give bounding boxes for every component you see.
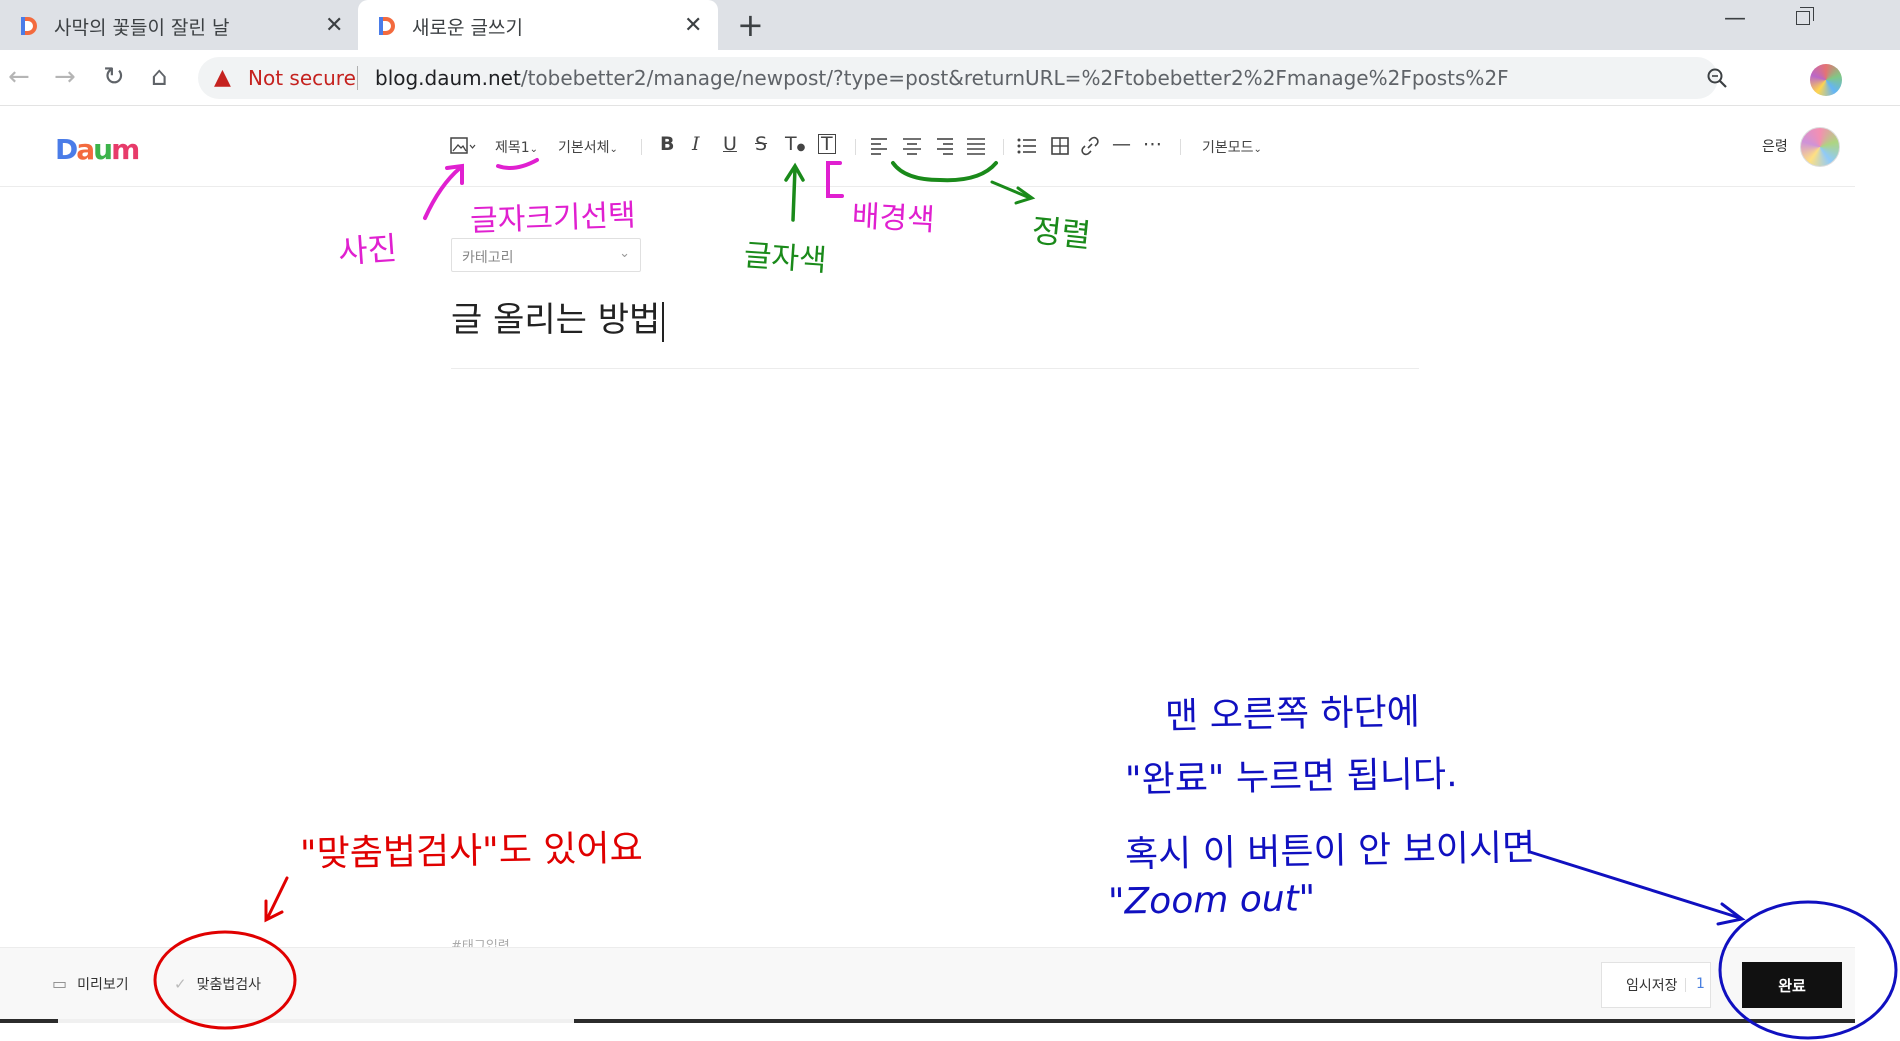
chevron-down-icon: ⌄ <box>619 246 630 261</box>
toolbar-divider <box>641 139 642 155</box>
title-divider <box>451 368 1419 369</box>
chevron-down-icon: ⌄ <box>529 144 539 155</box>
url-path: /tobebetter2/manage/newpost/?type=post&r… <box>520 66 1509 90</box>
forward-arrow-icon[interactable]: → <box>54 62 76 92</box>
annotation-align: 정렬 <box>1029 211 1093 255</box>
spellcheck-button[interactable]: ✓ 맞춤법검사 <box>174 974 261 994</box>
insert-image-icon[interactable] <box>450 136 476 156</box>
draft-divider <box>1685 978 1686 992</box>
toolbar-divider <box>1180 139 1181 155</box>
spellcheck-icon: ✓ <box>174 975 187 993</box>
daum-logo[interactable]: Daum <box>55 133 140 166</box>
annotation-right-1: 맨 오른쪽 하단에 <box>1164 691 1421 738</box>
annotation-right-4: "Zoom out" <box>1107 878 1316 923</box>
avatar[interactable] <box>1800 127 1840 167</box>
close-tab-icon[interactable]: ✕ <box>684 13 702 38</box>
preview-button[interactable]: ▭ 미리보기 <box>52 974 129 994</box>
daum-favicon-icon <box>21 17 37 35</box>
text-color-button[interactable]: T● <box>785 133 805 155</box>
address-separator <box>357 66 358 90</box>
italic-button[interactable]: I <box>692 133 700 155</box>
browser-toolbar: ← → ↻ ⌂ ▲ Not secure blog.daum.net/tobeb… <box>0 50 1900 106</box>
address-bar[interactable]: ▲ Not secure blog.daum.net/tobebetter2/m… <box>198 57 1727 99</box>
editor-mode-dropdown[interactable]: 기본모드⌄ <box>1202 137 1262 157</box>
chevron-down-icon: ⌄ <box>1253 144 1262 155</box>
tab-strip: 사막의 꽃들이 잘린 날 ✕ 새로운 글쓰기 ✕ + — <box>0 0 1900 50</box>
annotation-spellcheck: "맞춤법검사"도 있어요 <box>299 828 644 875</box>
table-icon[interactable] <box>1050 136 1070 156</box>
annotation-text-color: 글자색 <box>742 238 828 279</box>
not-secure-label[interactable]: Not secure <box>248 66 356 90</box>
background-color-button[interactable]: T <box>818 134 836 154</box>
tab-title: 새로운 글쓰기 <box>412 17 523 39</box>
save-draft-button[interactable]: 임시저장 <box>1601 962 1711 1008</box>
browser-tab-1[interactable]: 사막의 꽃들이 잘린 날 ✕ <box>0 0 356 50</box>
category-select[interactable]: 카테고리 ⌄ <box>451 238 641 272</box>
horizontal-scrollbar-thumb[interactable] <box>58 1019 574 1023</box>
more-options-icon[interactable]: ⋯ <box>1143 133 1162 155</box>
align-justify-icon[interactable] <box>966 137 986 155</box>
user-name[interactable]: 은령 <box>1762 136 1788 156</box>
annotation-photo: 사진 <box>336 228 399 272</box>
back-arrow-icon[interactable]: ← <box>8 62 30 92</box>
post-title-input[interactable]: 글 올리는 방법 <box>451 292 664 342</box>
home-icon[interactable]: ⌂ <box>151 62 168 92</box>
toolbar-divider <box>1003 139 1004 155</box>
toolbar-divider <box>855 139 856 155</box>
heading-size-dropdown[interactable]: 제목1⌄ <box>495 137 538 157</box>
chevron-down-icon: ⌄ <box>609 144 618 155</box>
horizontal-rule-button[interactable]: — <box>1112 133 1131 155</box>
zoom-icon[interactable] <box>1706 67 1728 89</box>
minimize-window-icon[interactable]: — <box>1724 6 1746 31</box>
color-dot-icon: ● <box>796 142 806 153</box>
link-icon[interactable] <box>1080 136 1100 156</box>
reload-icon[interactable]: ↻ <box>103 62 125 92</box>
align-center-icon[interactable] <box>902 137 922 155</box>
daum-favicon-icon <box>379 17 395 35</box>
url-text[interactable]: blog.daum.net/tobebetter2/manage/newpost… <box>375 66 1509 90</box>
draft-count-badge[interactable]: 1 <box>1696 976 1705 992</box>
monitor-icon: ▭ <box>52 974 68 993</box>
restore-window-icon[interactable] <box>1796 7 1814 25</box>
bullet-list-icon[interactable] <box>1017 137 1037 155</box>
new-tab-button[interactable]: + <box>737 6 764 44</box>
bottom-action-bar: ▭ 미리보기 ✓ 맞춤법검사 임시저장 1 완료 <box>0 947 1855 1019</box>
warning-icon[interactable]: ▲ <box>214 65 231 90</box>
align-left-icon[interactable] <box>870 137 890 155</box>
annotation-bg-color: 배경색 <box>850 198 936 239</box>
tab-title: 사막의 꽃들이 잘린 날 <box>54 17 230 39</box>
tag-input[interactable]: #태그입력 <box>451 935 510 947</box>
font-family-dropdown[interactable]: 기본서체⌄ <box>558 137 618 157</box>
annotation-right-2: "완료" 누르면 됩니다. <box>1124 754 1458 801</box>
align-right-icon[interactable] <box>934 137 954 155</box>
close-tab-icon[interactable]: ✕ <box>325 13 343 38</box>
browser-tab-2-active[interactable]: 새로운 글쓰기 ✕ <box>358 0 718 50</box>
annotation-font-size: 글자크기선택 <box>469 198 637 239</box>
extension-icon[interactable] <box>1810 64 1842 96</box>
bold-button[interactable]: B <box>660 133 674 155</box>
done-button[interactable]: 완료 <box>1742 962 1842 1008</box>
strikethrough-button[interactable]: S <box>755 133 767 155</box>
annotation-right-3: 혹시 이 버튼이 안 보이시면 <box>1124 827 1536 876</box>
underline-button[interactable]: U <box>723 133 737 155</box>
editor-header: Daum 제목1⌄ 기본서체⌄ B I U S T● T — ⋯ 기본모드⌄ 은… <box>0 107 1855 187</box>
url-host: blog.daum.net <box>375 66 521 90</box>
